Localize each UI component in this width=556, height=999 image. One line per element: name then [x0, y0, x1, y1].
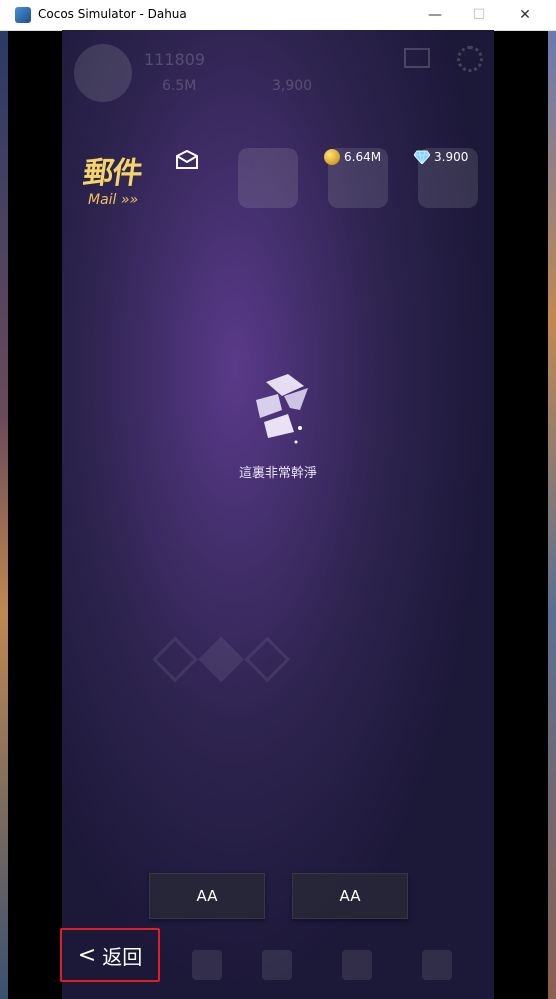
diamond-icon: [414, 150, 430, 164]
game-viewport: 111809 6.5M 3,900 郵件 Mail »» 6.64M 3.900…: [62, 30, 494, 999]
chevron-left-icon: <: [77, 942, 97, 968]
empty-box-icon: [256, 374, 308, 444]
action-button-right[interactable]: AA: [292, 873, 408, 919]
blurred-bottom-nav: [182, 940, 494, 999]
avatar: [74, 44, 132, 102]
gem-amount: 3.900: [434, 150, 469, 164]
blurred-hud: 111809 6.5M 3,900: [62, 30, 494, 140]
coin-balance: 6.64M: [324, 148, 381, 166]
coin-amount: 6.64M: [344, 150, 382, 164]
player-id: 111809: [144, 50, 206, 69]
mail-icon: [404, 48, 430, 68]
window-titlebar: Cocos Simulator - Dahua — ☐ ✕: [0, 0, 556, 31]
back-button[interactable]: < 返回: [60, 928, 160, 982]
envelope-icon: [176, 150, 198, 169]
gem-balance: 3.900: [414, 148, 468, 166]
cocos-app-icon: [15, 7, 31, 23]
minimize-button[interactable]: —: [424, 4, 446, 26]
blurred-logo: ◇◆◇: [152, 620, 291, 690]
gear-icon: [457, 46, 483, 72]
hud-gems: 3,900: [272, 78, 313, 94]
close-button[interactable]: ✕: [514, 4, 536, 26]
desktop-background-left: [0, 30, 8, 999]
action-button-left[interactable]: AA: [149, 873, 265, 919]
empty-state-label: 這裏非常幹淨: [238, 466, 317, 481]
mail-title-cn: 郵件: [81, 156, 144, 191]
desktop-background-right: [548, 30, 556, 999]
mail-header: 郵件 Mail »»: [81, 148, 198, 208]
window-title: Cocos Simulator - Dahua: [38, 7, 187, 21]
mail-title-en: Mail »»: [88, 192, 139, 208]
coin-icon: [324, 149, 340, 165]
empty-state: 這裏非常幹淨: [62, 370, 494, 481]
back-label: 返回: [102, 944, 143, 969]
hud-coins: 6.5M: [162, 78, 197, 94]
maximize-button[interactable]: ☐: [468, 4, 490, 26]
